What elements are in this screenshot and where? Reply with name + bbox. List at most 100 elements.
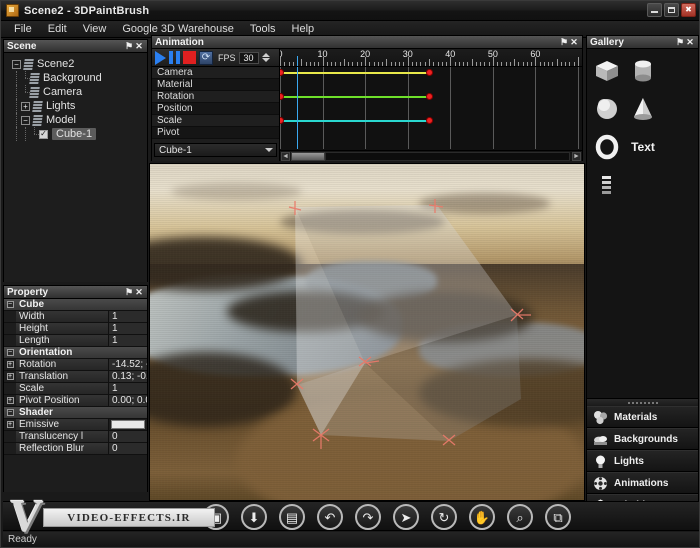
emissive-color-swatch[interactable] — [111, 420, 145, 429]
minimize-button[interactable] — [647, 3, 662, 17]
track-row-position[interactable]: Position — [152, 103, 279, 115]
property-row-emissive[interactable]: + Emissive — [4, 419, 147, 431]
group-expander-icon[interactable]: − — [4, 407, 16, 418]
tree-item-cube-1[interactable]: ✓ Cube-1 — [6, 127, 145, 141]
track-row-camera[interactable]: Camera — [152, 67, 279, 79]
timeline-hscrollbar[interactable]: ◄ ► — [280, 150, 582, 161]
timeline-tracks-area[interactable] — [280, 67, 582, 149]
cube-model-overlay[interactable] — [149, 163, 585, 501]
expander-icon[interactable]: + — [21, 101, 30, 111]
row-expander-icon[interactable]: + — [4, 371, 16, 382]
pin-icon[interactable]: ⚑ — [559, 37, 569, 48]
tree-item-scene2[interactable]: − Scene2 — [6, 57, 145, 71]
track-row-rotation[interactable]: Rotation — [152, 91, 279, 103]
playhead-ruler-marker[interactable] — [297, 56, 299, 66]
panel-resize-grip[interactable] — [587, 399, 698, 406]
category-item-backgrounds[interactable]: Backgrounds — [587, 428, 698, 450]
property-group-orientation[interactable]: − Orientation — [4, 347, 147, 359]
loop-icon[interactable]: ⟳ — [199, 50, 213, 65]
scroll-right-button[interactable]: ► — [572, 151, 581, 161]
keyframe-marker[interactable] — [425, 69, 433, 76]
menu-edit[interactable]: Edit — [41, 22, 74, 36]
visibility-checkbox[interactable]: ✓ — [39, 129, 48, 139]
property-value[interactable]: 1 — [109, 323, 147, 334]
close-icon[interactable]: ✕ — [685, 37, 695, 48]
property-value[interactable]: 1 — [109, 335, 147, 346]
property-row-width[interactable]: Width 1 — [4, 311, 147, 323]
track-row-pivot[interactable]: Pivot — [152, 127, 279, 139]
property-row-reflection-blur[interactable]: Reflection Blur 0 — [4, 443, 147, 455]
object-selector[interactable]: Cube-1 — [154, 143, 277, 157]
scroll-thumb[interactable] — [291, 151, 325, 161]
menu-view[interactable]: View — [76, 22, 114, 36]
menu-google-3d-warehouse[interactable]: Google 3D Warehouse — [115, 22, 241, 36]
menu-file[interactable]: File — [7, 22, 39, 36]
property-value[interactable]: 0.00; 0.00; 0.50 — [109, 395, 147, 406]
3d-viewport[interactable] — [149, 163, 585, 501]
render-icon[interactable]: ⧉ — [545, 504, 571, 530]
play-icon[interactable] — [155, 50, 166, 65]
keyframe-marker[interactable] — [280, 69, 284, 76]
tree-item-model[interactable]: − Model — [6, 113, 145, 127]
scroll-track[interactable] — [325, 151, 570, 161]
chevron-down-icon[interactable] — [265, 148, 273, 152]
category-item-lights[interactable]: Lights — [587, 450, 698, 472]
property-group-cube[interactable]: − Cube — [4, 299, 147, 311]
row-expander-icon[interactable]: + — [4, 419, 16, 430]
property-value[interactable]: -14.52; -0.03; 0. — [109, 359, 147, 370]
close-button[interactable]: ✖ — [681, 3, 696, 17]
keyframe-marker[interactable] — [280, 93, 284, 100]
gallery-item-torus[interactable] — [593, 133, 621, 161]
group-expander-icon[interactable]: − — [4, 347, 16, 358]
keyframe-marker[interactable] — [425, 93, 433, 100]
property-value[interactable]: 1 — [109, 311, 147, 322]
keyframe-marker[interactable] — [280, 117, 284, 124]
property-group-shader[interactable]: − Shader — [4, 407, 147, 419]
close-icon[interactable]: ✕ — [134, 287, 144, 298]
property-value[interactable]: 0 — [109, 431, 147, 442]
expander-icon[interactable]: − — [21, 115, 30, 125]
group-expander-icon[interactable]: − — [4, 299, 16, 310]
close-icon[interactable]: ✕ — [134, 41, 144, 52]
property-row-height[interactable]: Height 1 — [4, 323, 147, 335]
fps-stepper[interactable] — [261, 53, 270, 62]
tree-item-background[interactable]: Background — [6, 71, 145, 85]
move-icon[interactable]: ✋ — [469, 504, 495, 530]
close-icon[interactable]: ✕ — [569, 37, 579, 48]
select-icon[interactable]: ➤ — [393, 504, 419, 530]
property-row-translation[interactable]: + Translation 0.13; -0.00; 0.02 — [4, 371, 147, 383]
expander-icon[interactable]: − — [12, 59, 21, 69]
undo-icon[interactable]: ↶ — [317, 504, 343, 530]
property-value[interactable]: 0 — [109, 443, 147, 454]
gallery-item-cube[interactable] — [593, 57, 621, 85]
gallery-item-text[interactable]: Text — [629, 133, 657, 161]
category-item-materials[interactable]: Materials — [587, 406, 698, 428]
keyframe-marker[interactable] — [425, 117, 433, 124]
scroll-left-button[interactable]: ◄ — [281, 151, 290, 161]
property-row-length[interactable]: Length 1 — [4, 335, 147, 347]
track-row-scale[interactable]: Scale — [152, 115, 279, 127]
timeline-ruler[interactable]: 0 10 20 30 40 50 60 — [280, 49, 582, 67]
property-row-translucency[interactable]: Translucency l 0 — [4, 431, 147, 443]
rotate-icon[interactable]: ↻ — [431, 504, 457, 530]
menu-tools[interactable]: Tools — [243, 22, 283, 36]
save-icon[interactable]: ▤ — [279, 504, 305, 530]
keyframe-line[interactable] — [280, 72, 429, 74]
redo-icon[interactable]: ↷ — [355, 504, 381, 530]
gallery-item-cone[interactable] — [629, 95, 657, 123]
fps-input[interactable]: 30 — [238, 51, 259, 64]
tree-item-camera[interactable]: Camera — [6, 85, 145, 99]
property-row-rotation[interactable]: + Rotation -14.52; -0.03; 0. — [4, 359, 147, 371]
playhead[interactable] — [297, 67, 299, 149]
pause-icon[interactable] — [169, 51, 180, 64]
pin-icon[interactable]: ⚑ — [675, 37, 685, 48]
pin-icon[interactable]: ⚑ — [124, 287, 134, 298]
stop-icon[interactable] — [183, 51, 196, 64]
keyframe-line[interactable] — [280, 120, 429, 122]
gallery-item-cylinder[interactable] — [629, 57, 657, 85]
property-row-pivot-position[interactable]: + Pivot Position 0.00; 0.00; 0.50 — [4, 395, 147, 407]
menu-help[interactable]: Help — [285, 22, 322, 36]
track-row-material[interactable]: Material — [152, 79, 279, 91]
import-icon[interactable]: ⬇ — [241, 504, 267, 530]
camera-icon[interactable]: ▣ — [203, 504, 229, 530]
